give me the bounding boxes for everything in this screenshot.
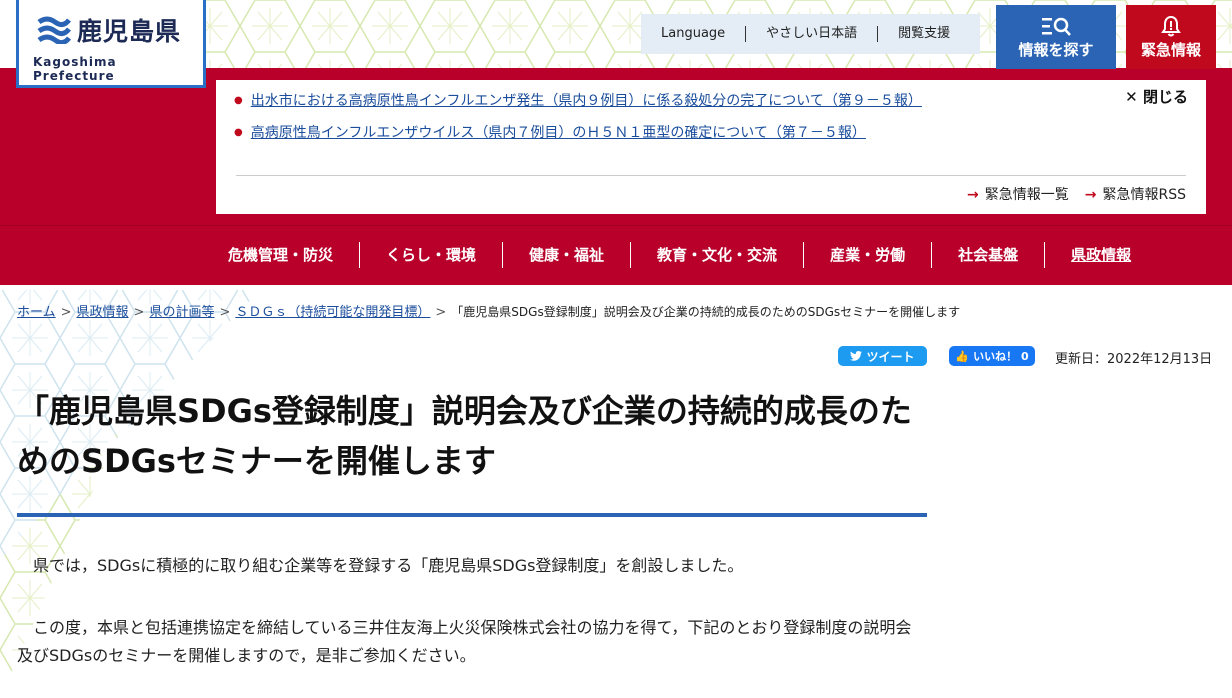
emergency-info-button[interactable]: 緊急情報 <box>1126 5 1216 69</box>
close-icon: ✕ <box>1125 88 1138 106</box>
article-paragraph: 県では，SDGsに積極的に取り組む企業等を登録する「鹿児島県SDGs登録制度」を… <box>17 556 744 575</box>
arrow-right-icon: → <box>967 187 979 203</box>
twitter-icon <box>850 351 863 361</box>
breadcrumb-sdgs[interactable]: ＳＤＧｓ（持続可能な開発目標） <box>235 305 430 320</box>
breadcrumb-plans[interactable]: 県の計画等 <box>149 305 214 320</box>
easy-japanese-link[interactable]: やさしい日本語 <box>746 26 879 42</box>
logo-english: Kagoshima Prefecture <box>33 55 117 83</box>
like-label: いいね！ 0 <box>973 350 1029 363</box>
facebook-like-button[interactable]: 👍 いいね！ 0 <box>949 346 1035 366</box>
page-title: 「鹿児島県SDGs登録制度」説明会及び企業の持続的成長のためのSDGsセミナーを… <box>17 392 912 480</box>
alert-item[interactable]: ● 高病原性鳥インフルエンザウイルス（県内７例目）のＨ５Ｎ１亜型の確定について（第… <box>234 122 866 142</box>
emergency-alert-panel: ● 出水市における高病原性鳥インフルエンザ発生（県内９例目）に係る殺処分の完了につ… <box>216 80 1206 214</box>
accessibility-link[interactable]: 閲覧支援 <box>878 26 970 42</box>
breadcrumb: ホーム > 県政情報 > 県の計画等 > ＳＤＧｓ（持続可能な開発目標） > 「鹿児島県SDGs… <box>17 301 960 320</box>
breadcrumb-separator: > <box>133 305 145 320</box>
nav-item-infrastructure[interactable]: 社会基盤 <box>932 242 1046 268</box>
site-logo[interactable]: 鹿児島県 Kagoshima Prefecture <box>16 0 206 88</box>
breadcrumb-home[interactable]: ホーム <box>17 305 56 320</box>
updated-date: 更新日：2022年12月13日 <box>1055 352 1213 367</box>
emergency-list-link[interactable]: → 緊急情報一覧 <box>967 184 1069 204</box>
title-underline <box>17 513 927 517</box>
bell-icon <box>1161 15 1181 37</box>
emergency-rss-link[interactable]: → 緊急情報RSS <box>1085 184 1186 204</box>
logo-mark-icon <box>37 16 71 44</box>
nav-item-industry[interactable]: 産業・労働 <box>804 242 933 268</box>
breadcrumb-current: 「鹿児島県SDGs登録制度」説明会及び企業の持続的成長のためのSDGsセミナーを… <box>451 305 961 319</box>
emergency-info-label: 緊急情報 <box>1140 41 1201 59</box>
breadcrumb-separator: > <box>435 305 447 320</box>
nav-item-living[interactable]: くらし・環境 <box>360 242 504 268</box>
language-link[interactable]: Language <box>641 26 747 42</box>
alert-item-text: 出水市における高病原性鳥インフルエンザ発生（県内９例目）に係る殺処分の完了につい… <box>250 93 922 109</box>
bullet-icon: ● <box>234 127 243 138</box>
divider <box>236 175 1186 176</box>
breadcrumb-government[interactable]: 県政情報 <box>77 305 129 320</box>
search-info-label: 情報を探す <box>1018 41 1094 59</box>
close-button[interactable]: ✕ 閉じる <box>1125 86 1188 107</box>
utility-links: Language やさしい日本語 閲覧支援 <box>641 14 980 54</box>
emergency-list-label: 緊急情報一覧 <box>984 187 1069 203</box>
emergency-rss-label: 緊急情報RSS <box>1102 187 1186 203</box>
article-paragraph: この度，本県と包括連携協定を締結している三井住友海上火災保険株式会社の協力を得て… <box>17 618 912 665</box>
search-info-button[interactable]: 情報を探す <box>996 5 1116 69</box>
nav-item-education[interactable]: 教育・文化・交流 <box>631 242 805 268</box>
alert-item-text: 高病原性鳥インフルエンザウイルス（県内７例目）のＨ５Ｎ１亜型の確定について（第７… <box>250 125 866 141</box>
alert-links: → 緊急情報一覧 → 緊急情報RSS <box>967 184 1186 204</box>
tweet-label: ツイート <box>866 349 915 364</box>
breadcrumb-separator: > <box>219 305 231 320</box>
logo-name: 鹿児島県 <box>77 17 182 46</box>
tweet-button[interactable]: ツイート <box>838 346 927 366</box>
search-list-icon <box>1042 17 1071 36</box>
bullet-icon: ● <box>234 95 243 106</box>
nav-item-health[interactable]: 健康・福祉 <box>503 242 632 268</box>
site-header: 鹿児島県 Kagoshima Prefecture Language やさしい日… <box>0 0 1232 88</box>
arrow-right-icon: → <box>1084 187 1097 203</box>
alert-item[interactable]: ● 出水市における高病原性鳥インフルエンザ発生（県内９例目）に係る殺処分の完了につ… <box>234 90 922 110</box>
global-nav: 危機管理・防災 くらし・環境 健康・福祉 教育・文化・交流 産業・労働 社会基盤… <box>0 225 1232 285</box>
facebook-like-icon: 👍 <box>955 349 970 363</box>
breadcrumb-separator: > <box>60 305 72 320</box>
nav-item-disaster[interactable]: 危機管理・防災 <box>202 242 361 268</box>
close-label: 閉じる <box>1142 88 1188 106</box>
nav-item-government[interactable]: 県政情報 <box>1045 242 1157 268</box>
